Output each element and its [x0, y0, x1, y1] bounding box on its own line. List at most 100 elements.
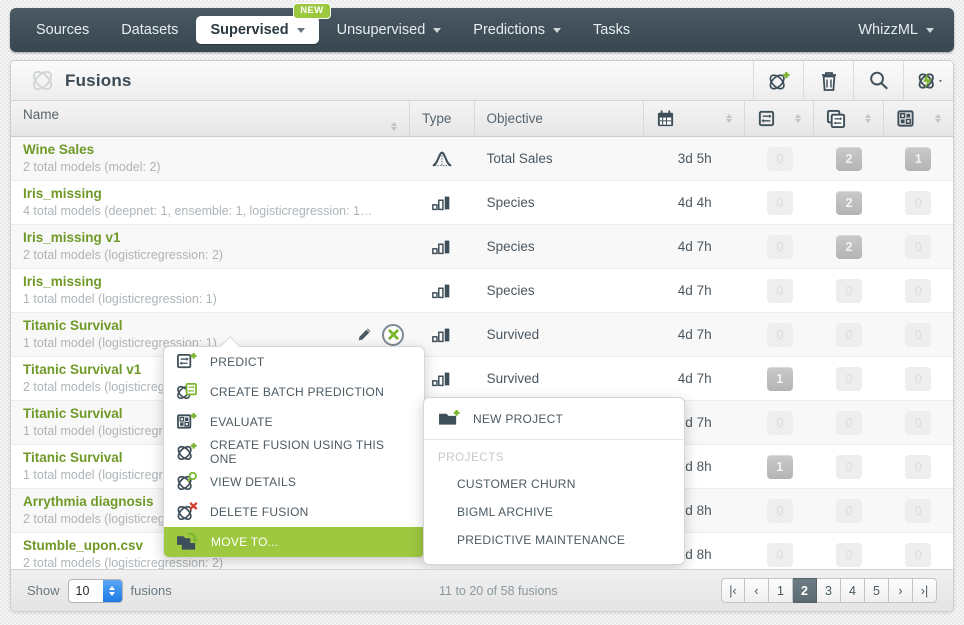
page-button-1[interactable]: 1	[769, 578, 793, 603]
menu-item-delete-fusion[interactable]: DELETE FUSION	[164, 497, 424, 527]
cell-name: Wine Sales 2 total models (model: 2)	[11, 137, 410, 180]
row-name-link[interactable]: Wine Sales	[23, 142, 94, 159]
submenu-item-predictive-maintenance[interactable]: PREDICTIVE MAINTENANCE	[424, 526, 684, 554]
page-first-button[interactable]: |‹	[721, 578, 745, 603]
edit-pencil-icon[interactable]	[357, 327, 372, 342]
menu-item-create-fusion[interactable]: CREATE FUSION USING THIS ONE	[164, 437, 424, 467]
count-badge: 0	[836, 278, 863, 303]
row-name-link[interactable]: Titanic Survival	[23, 406, 123, 423]
column-header-objective[interactable]: Objective	[475, 101, 645, 136]
cell-predictions: 0	[745, 313, 814, 356]
cell-batch-predictions: 2	[814, 137, 883, 180]
row-name-link[interactable]: Iris_missing	[23, 274, 102, 291]
page-button-4[interactable]: 4	[841, 578, 865, 603]
menu-item-evaluate[interactable]: EVALUATE	[164, 407, 424, 437]
row-subtitle: 1 total model (logisticregression: 1)	[23, 291, 217, 306]
nav-item-predictions[interactable]: Predictions	[459, 16, 575, 44]
nav-item-datasets[interactable]: Datasets	[107, 16, 192, 44]
page-button-3[interactable]: 3	[817, 578, 841, 603]
classification-icon	[431, 326, 453, 344]
created-value: 4d 4h	[677, 195, 712, 210]
sort-icon	[726, 114, 733, 123]
cell-created: 4d 7h	[644, 269, 745, 312]
cell-batch-predictions: 0	[814, 445, 883, 488]
column-header-name[interactable]: Name	[11, 101, 411, 136]
count-badge: 0	[836, 366, 863, 391]
count-badge: 0	[836, 322, 863, 347]
created-value: 4d 7h	[677, 371, 712, 386]
nav-items: Sources Datasets Supervised NEW Unsuperv…	[10, 3, 646, 52]
row-name-link[interactable]: Iris_missing	[23, 186, 102, 203]
table-row[interactable]: Titanic Survival 1 total model (logistic…	[11, 313, 953, 357]
evaluation-icon	[896, 109, 915, 128]
page-next-button[interactable]: ›	[889, 578, 913, 603]
table-row[interactable]: Iris_missing v1 2 total models (logistic…	[11, 225, 953, 269]
cell-evaluations: 0	[884, 313, 953, 356]
nav-item-sources[interactable]: Sources	[22, 16, 103, 44]
column-header-evaluations[interactable]	[884, 101, 953, 136]
row-name-link[interactable]: Stumble_upon.csv	[23, 538, 143, 555]
row-name-link[interactable]: Titanic Survival	[23, 450, 123, 467]
row-context-menu: PREDICT CREATE BATCH PREDICTION EVALUATE…	[163, 346, 425, 558]
cell-objective: Survived	[475, 357, 645, 400]
nav-item-supervised[interactable]: Supervised NEW	[196, 3, 331, 44]
sort-icon	[795, 114, 802, 123]
cell-predictions: 0	[745, 489, 814, 532]
create-fusion-icon[interactable]	[753, 61, 803, 100]
cell-name: Iris_missing 4 total models (deepnet: 1,…	[11, 181, 410, 224]
table-row[interactable]: Iris_missing 1 total model (logisticregr…	[11, 269, 953, 313]
nav-item-whizzml[interactable]: WhizzML	[844, 16, 952, 44]
row-name-link[interactable]: Titanic Survival v1	[23, 362, 141, 379]
cell-evaluations: 0	[884, 225, 953, 268]
submenu-item-new-project[interactable]: NEW PROJECT	[424, 398, 684, 440]
page-button-5[interactable]: 5	[865, 578, 889, 603]
submenu-item-customer-churn[interactable]: CUSTOMER CHURN	[424, 470, 684, 498]
column-header-batch-predictions[interactable]	[814, 101, 884, 136]
trash-icon[interactable]	[803, 61, 853, 100]
row-name-link[interactable]: Iris_missing v1	[23, 230, 121, 247]
menu-item-view-details[interactable]: VIEW DETAILS	[164, 467, 424, 497]
submenu-item-bigml-archive[interactable]: BIGML ARCHIVE	[424, 498, 684, 526]
column-header-created[interactable]	[644, 101, 746, 136]
nav-label: Predictions	[473, 22, 546, 38]
cell-evaluations: 0	[884, 269, 953, 312]
count-badge: 0	[836, 454, 863, 479]
cell-predictions: 1	[745, 357, 814, 400]
row-name-link[interactable]: Titanic Survival	[23, 318, 123, 335]
page-size-select[interactable]: 10	[67, 578, 123, 603]
table-row[interactable]: Iris_missing 4 total models (deepnet: 1,…	[11, 181, 953, 225]
row-name-link[interactable]: Arrythmia diagnosis	[23, 494, 154, 511]
menu-item-label: CREATE BATCH PREDICTION	[210, 385, 384, 399]
submenu-item-label: NEW PROJECT	[473, 411, 564, 426]
column-header-predictions[interactable]	[745, 101, 815, 136]
cell-evaluations: 1	[884, 137, 953, 180]
cell-created: 4d 4h	[644, 181, 745, 224]
menu-item-predict[interactable]: PREDICT	[164, 347, 424, 377]
table-row[interactable]: Wine Sales 2 total models (model: 2) Tot…	[11, 137, 953, 181]
menu-item-create-batch-prediction[interactable]: CREATE BATCH PREDICTION	[164, 377, 424, 407]
nav-item-tasks[interactable]: Tasks	[579, 16, 644, 44]
column-header-type[interactable]: Type	[410, 101, 475, 136]
evaluate-icon	[176, 412, 198, 432]
page-last-button[interactable]: ›|	[913, 578, 937, 603]
search-icon[interactable]	[853, 61, 903, 100]
count-badge: 0	[905, 234, 932, 259]
table-row[interactable]: Titanic Survival v1 2 total models (logi…	[11, 357, 953, 401]
classification-icon	[431, 282, 453, 300]
page-prev-button[interactable]: ‹	[745, 578, 769, 603]
batch-prediction-icon	[176, 382, 198, 402]
prediction-icon	[757, 109, 776, 128]
nav-item-unsupervised[interactable]: Unsupervised	[323, 16, 456, 44]
cell-predictions: 0	[745, 225, 814, 268]
page-button-2[interactable]: 2	[793, 578, 817, 603]
created-value: 4d 7h	[677, 327, 712, 342]
sort-icon	[864, 114, 871, 123]
cell-created: 4d 7h	[644, 357, 745, 400]
nav-label: Supervised	[210, 22, 289, 38]
row-actions-menu-button[interactable]	[382, 323, 405, 346]
objective-value: Species	[486, 195, 535, 210]
menu-item-move-to[interactable]: MOVE TO...	[164, 527, 424, 557]
column-label: Objective	[486, 111, 543, 126]
whizzml-script-icon[interactable]	[903, 61, 953, 100]
menu-item-label: CREATE FUSION USING THIS ONE	[210, 438, 385, 466]
